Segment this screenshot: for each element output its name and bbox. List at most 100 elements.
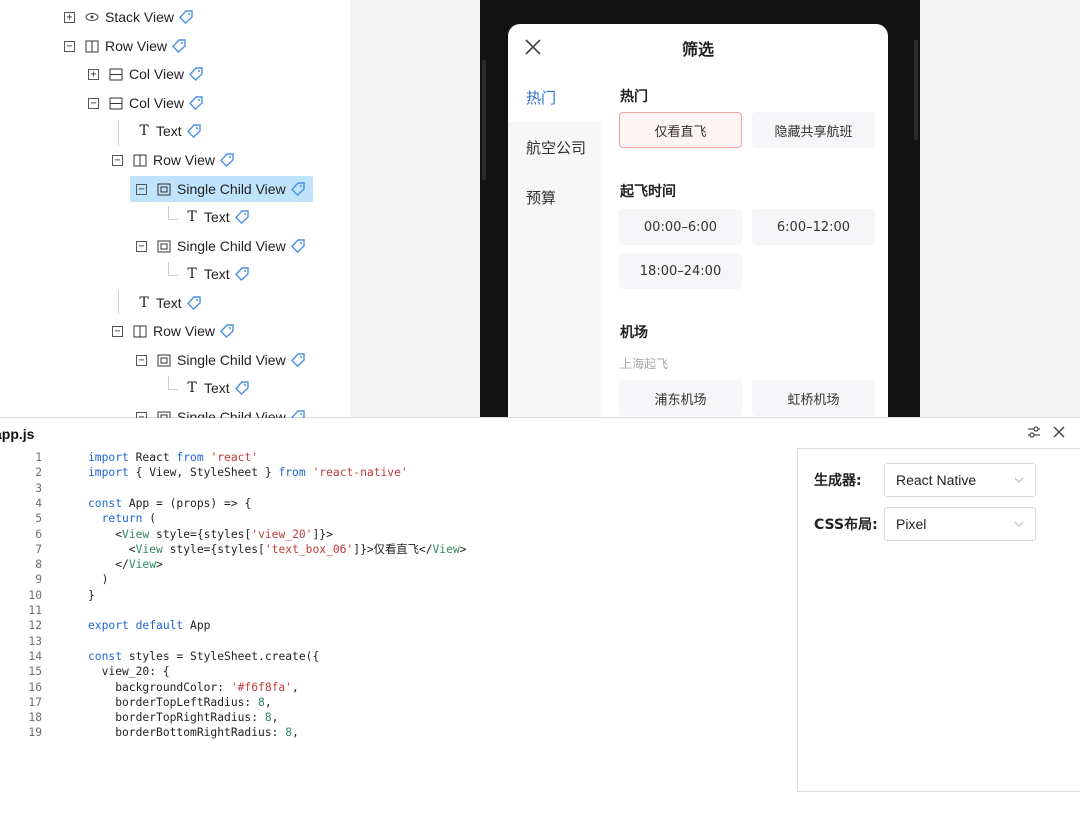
tag-icon[interactable] bbox=[234, 267, 249, 281]
code-text: ) bbox=[88, 573, 109, 587]
code-editor[interactable]: 1 import React from 'react' 2 import { View… bbox=[0, 450, 790, 810]
single-child-view-icon bbox=[156, 410, 172, 418]
line-number: 16 bbox=[28, 680, 42, 694]
layout-select[interactable]: Pixel bbox=[884, 507, 1036, 541]
col-view-icon bbox=[108, 96, 124, 110]
code-text: view_20: { bbox=[88, 665, 170, 679]
generator-select[interactable]: React Native bbox=[884, 463, 1036, 497]
code-line: 19 borderBottomRightRadius: 8, bbox=[0, 725, 790, 740]
chevron-down-icon bbox=[1014, 477, 1024, 483]
code-line: 10} bbox=[0, 588, 790, 603]
tree-row-label: Row View bbox=[105, 38, 167, 54]
collapse-icon[interactable]: − bbox=[136, 183, 147, 195]
tree-row[interactable]: − Single Child View bbox=[136, 347, 305, 373]
tag-icon[interactable] bbox=[220, 324, 234, 338]
tree-row-label: Single Child View bbox=[177, 409, 286, 418]
line-number: 3 bbox=[35, 481, 42, 495]
code-line: 4 const App = (props) => { bbox=[0, 496, 790, 511]
code-text: <View style={styles['text_box_06']}>仅看直飞… bbox=[88, 542, 467, 556]
tree-row[interactable]: + Col View bbox=[88, 61, 203, 87]
line-number: 1 bbox=[35, 451, 42, 464]
row-view-icon bbox=[132, 153, 148, 167]
tree-row[interactable]: − Single Child View bbox=[136, 404, 305, 418]
tree-row[interactable]: T Text bbox=[186, 204, 249, 230]
tree-row[interactable]: − Row View bbox=[112, 318, 234, 344]
tag-icon[interactable] bbox=[290, 353, 305, 367]
tree-row[interactable]: + Stack View bbox=[64, 4, 193, 30]
tag-icon[interactable] bbox=[290, 239, 305, 253]
tag-icon[interactable] bbox=[186, 296, 201, 310]
code-text: borderBottomRightRadius: 8, bbox=[88, 726, 299, 740]
tree-row[interactable]: T Text bbox=[186, 261, 249, 287]
line-number: 5 bbox=[35, 512, 42, 526]
close-icon[interactable] bbox=[1052, 424, 1066, 440]
tree-row[interactable]: − Single Child View bbox=[136, 233, 305, 259]
code-line: 11 bbox=[0, 603, 790, 618]
chip-time-18-24[interactable]: 18:00–24:00 bbox=[619, 253, 742, 289]
tag-icon[interactable] bbox=[234, 210, 249, 224]
tag-icon[interactable] bbox=[290, 182, 305, 196]
collapse-icon[interactable]: − bbox=[136, 240, 147, 252]
layout-label: CSS布局: bbox=[814, 517, 878, 533]
generator-row: 生成器: bbox=[814, 463, 884, 497]
collapse-icon[interactable]: − bbox=[112, 154, 123, 166]
tree-row[interactable]: − Row View bbox=[64, 33, 186, 59]
line-number: 15 bbox=[28, 665, 42, 679]
collapse-icon[interactable]: − bbox=[64, 40, 75, 52]
layout-row: CSS布局: bbox=[814, 507, 884, 541]
line-number: 12 bbox=[28, 619, 42, 633]
chip-pudong[interactable]: 浦东机场 bbox=[619, 380, 742, 416]
single-child-view-icon bbox=[156, 239, 172, 253]
single-child-view-icon bbox=[156, 182, 172, 196]
tree-row[interactable]: − Row View bbox=[112, 147, 234, 173]
tree-row[interactable]: T Text bbox=[186, 375, 249, 401]
phone-button bbox=[482, 60, 486, 180]
code-text: import { View, StyleSheet } from 'react-… bbox=[88, 466, 408, 480]
code-line: 13 bbox=[0, 634, 790, 649]
tree-guide bbox=[168, 376, 169, 390]
code-line: 7 <View style={styles['text_box_06']}>仅看… bbox=[0, 542, 790, 557]
line-number: 4 bbox=[35, 496, 42, 510]
tag-icon[interactable] bbox=[189, 96, 203, 110]
tree-row[interactable]: T Text bbox=[138, 118, 201, 144]
tree-guide bbox=[168, 262, 169, 276]
collapse-icon[interactable]: − bbox=[112, 325, 123, 337]
tag-icon[interactable] bbox=[186, 124, 201, 138]
chip-hide-codeshare[interactable]: 隐藏共享航班 bbox=[752, 112, 875, 148]
chevron-down-icon bbox=[1014, 521, 1024, 527]
filter-category-nav: 热门 航空公司 预算 bbox=[508, 72, 602, 418]
tree-row-label: Row View bbox=[153, 323, 215, 339]
nav-item-airline[interactable]: 航空公司 bbox=[508, 122, 602, 172]
tree-row[interactable]: − Col View bbox=[88, 90, 203, 116]
code-line: 3 bbox=[0, 481, 790, 496]
chip-hongqiao[interactable]: 虹桥机场 bbox=[752, 380, 875, 416]
tag-icon[interactable] bbox=[172, 39, 186, 53]
collapse-icon[interactable]: − bbox=[136, 354, 147, 366]
code-line: 16 backgroundColor: '#f6f8fa', bbox=[0, 680, 790, 695]
code-line: 9 ) bbox=[0, 572, 790, 587]
text-icon: T bbox=[187, 209, 197, 225]
settings-sliders-icon[interactable] bbox=[1026, 424, 1042, 440]
code-line: 14 const styles = StyleSheet.create({ bbox=[0, 649, 790, 664]
code-panel-actions bbox=[1026, 424, 1066, 440]
file-name: app.js bbox=[0, 426, 35, 442]
collapse-icon[interactable]: − bbox=[136, 411, 147, 418]
expand-icon[interactable]: + bbox=[88, 68, 99, 80]
collapse-icon[interactable]: − bbox=[88, 97, 99, 109]
chip-direct-only[interactable]: 仅看直飞 bbox=[619, 112, 742, 148]
tag-icon[interactable] bbox=[220, 153, 234, 167]
tag-icon[interactable] bbox=[290, 410, 305, 418]
tree-row[interactable]: T Text bbox=[138, 290, 201, 316]
chip-time-6-12[interactable]: 6:00–12:00 bbox=[752, 209, 875, 245]
chip-time-0-6[interactable]: 00:00–6:00 bbox=[619, 209, 742, 245]
tag-icon[interactable] bbox=[234, 381, 249, 395]
tag-icon[interactable] bbox=[189, 67, 203, 81]
nav-item-hot[interactable]: 热门 bbox=[508, 72, 602, 122]
line-number: 7 bbox=[35, 542, 42, 556]
nav-item-budget[interactable]: 预算 bbox=[508, 172, 602, 222]
tag-icon[interactable] bbox=[179, 10, 193, 24]
row-view-icon bbox=[132, 324, 148, 338]
text-icon: T bbox=[139, 295, 149, 311]
expand-icon[interactable]: + bbox=[64, 11, 75, 23]
tree-row[interactable]: − Single Child View bbox=[130, 176, 313, 202]
